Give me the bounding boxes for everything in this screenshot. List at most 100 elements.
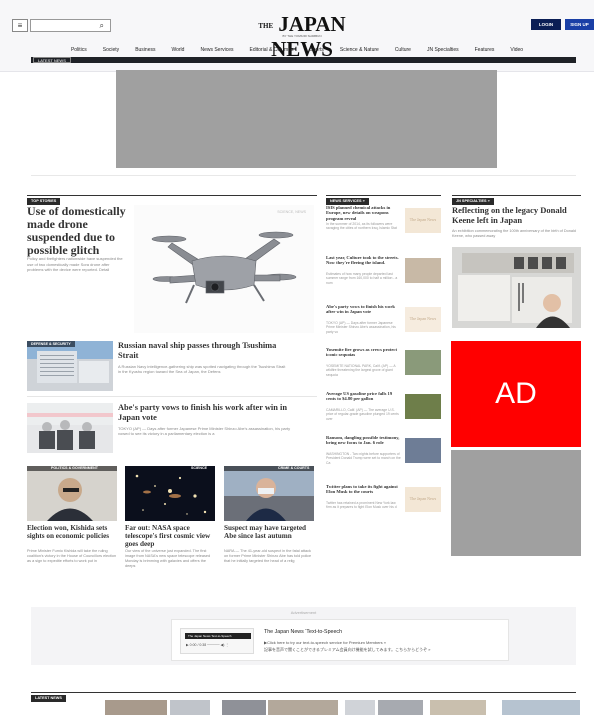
login-button[interactable]: LOGIN xyxy=(531,19,561,30)
sidebar-ad-gray[interactable] xyxy=(451,450,581,556)
tts-promo-card[interactable]: The Japan News Text-to-Speech ▶ 0:00 / 0… xyxy=(171,619,509,661)
card-desc: Prime Minister Fumio Kishida will take t… xyxy=(27,549,117,563)
latest-thumbnail[interactable] xyxy=(345,700,375,715)
news-service-thumbnail[interactable]: The Japan News xyxy=(405,487,441,512)
news-service-title[interactable]: Last year, Culture took to the streets. … xyxy=(326,255,402,266)
news-service-title[interactable]: Abe's party vows to finish his work afte… xyxy=(326,304,402,315)
jn-story-image[interactable] xyxy=(452,247,581,328)
card-title[interactable]: Suspect may have targeted Abe since last… xyxy=(224,524,316,540)
news-service-item[interactable]: Average US gasoline price falls 19 cents… xyxy=(326,391,441,429)
logo-subtitle: BY THE YOMIURI SHIMBUN xyxy=(282,34,322,38)
news-service-desc: In the summer of 2014, as its followers … xyxy=(326,222,397,231)
story-row[interactable]: Abe's party vows to finish his work afte… xyxy=(27,403,317,456)
latest-news-header: LATEST NEWS xyxy=(31,686,576,702)
story-title[interactable]: Abe's party vows to finish his work afte… xyxy=(118,403,298,423)
latest-thumbnail[interactable] xyxy=(502,700,580,715)
main-nav: Politics Society Business World News Service… xyxy=(0,45,594,55)
divider xyxy=(27,396,317,397)
news-service-title[interactable]: Average US gasoline price falls 19 cents… xyxy=(326,391,402,402)
nav-item[interactable]: JN Specialties xyxy=(419,45,467,55)
news-service-title[interactable]: ISIS planned chemical attacks in Europe,… xyxy=(326,205,402,221)
news-service-desc: WASHINGTON - Two nights before supporter… xyxy=(326,452,401,465)
news-service-thumbnail[interactable] xyxy=(405,350,441,375)
news-service-thumbnail[interactable] xyxy=(405,438,441,463)
card-thumbnail[interactable]: CRIME & COURTS xyxy=(224,466,314,521)
news-service-title[interactable]: Ransom, dangling possible testimony, bri… xyxy=(326,435,402,446)
story-thumbnail[interactable]: DEFENSE & SECURITY xyxy=(27,341,113,391)
news-service-thumbnail[interactable]: The Japan News xyxy=(405,208,441,233)
latest-thumbnail[interactable] xyxy=(430,700,486,715)
story-title[interactable]: Russian naval ship passes through Tsushi… xyxy=(118,341,288,361)
promo-link-jp[interactable]: 記事を音声で聞くことができるプレミアム会員向け機能を試してみます。こちらからどう… xyxy=(264,647,430,653)
news-service-desc: YOSEMITE NATIONAL PARK, Calif. (AP) — A … xyxy=(326,364,396,377)
news-services-header: NEWS SERVICES » xyxy=(326,189,441,205)
search-icon[interactable]: ⌕ xyxy=(100,21,104,31)
news-service-desc: Estimates of how many people departed la… xyxy=(326,272,398,285)
card-desc: Our view of the universe just expanded. … xyxy=(125,549,211,568)
news-service-title[interactable]: Yosemite fire grows as crews protect ico… xyxy=(326,347,402,358)
news-service-item[interactable]: Yosemite fire grows as crews protect ico… xyxy=(326,347,441,385)
jn-story-title[interactable]: Reflecting on the legacy Donald Keene le… xyxy=(452,205,582,225)
news-service-thumb-text: The Japan News xyxy=(409,316,437,321)
nav-item[interactable]: Politics xyxy=(63,45,95,55)
card-title[interactable]: Far out: NASA space telescope's first co… xyxy=(125,524,217,548)
news-service-item[interactable]: ISIS planned chemical attacks in Europe,… xyxy=(326,205,441,243)
latest-thumbnail[interactable] xyxy=(378,700,423,715)
nav-item[interactable]: Editorial & Columns xyxy=(242,45,302,55)
promo-title: The Japan News ‘Text-to-Speech xyxy=(264,629,343,635)
advertisement-label: Advertisement xyxy=(290,610,317,615)
sidebar-ad-red[interactable]: AD xyxy=(451,341,581,447)
news-services-tag[interactable]: NEWS SERVICES » xyxy=(326,198,369,205)
signup-button[interactable]: SIGN UP xyxy=(565,19,594,30)
news-service-thumbnail[interactable] xyxy=(405,258,441,283)
jn-story-desc: An exhibition commemorating the 100th an… xyxy=(452,229,576,238)
tts-promo: Advertisement The Japan News Text-to-Spe… xyxy=(31,607,576,665)
news-service-item[interactable]: Twitter plans to take its fight against … xyxy=(326,484,441,522)
drone-image[interactable]: SCIENCE, NEWS xyxy=(134,205,314,333)
card-title[interactable]: Election won, Kishida sets sights on eco… xyxy=(27,524,119,540)
search-input[interactable]: ⌕ xyxy=(30,19,111,32)
news-service-desc: Twitter has retained a prominent New Yor… xyxy=(326,501,397,510)
news-service-item[interactable]: Ransom, dangling possible testimony, bri… xyxy=(326,435,441,473)
latest-thumbnail[interactable] xyxy=(170,700,210,715)
news-service-item[interactable]: Last year, Culture took to the streets. … xyxy=(326,255,441,293)
card-tag: SCIENCE xyxy=(191,466,207,470)
card-thumbnail[interactable]: SCIENCE xyxy=(125,466,215,521)
player-title: The Japan News Text-to-Speech xyxy=(185,633,251,639)
news-service-thumbnail[interactable] xyxy=(405,394,441,419)
card-thumbnail[interactable]: POLITICS & GOVERNMENT xyxy=(27,466,117,521)
nav-item[interactable]: Features xyxy=(467,45,503,55)
nav-item[interactable]: Video xyxy=(502,45,531,55)
nav-item[interactable]: Sports xyxy=(301,45,331,55)
news-service-item[interactable]: Abe's party vows to finish his work afte… xyxy=(326,304,441,342)
audio-player[interactable]: The Japan News Text-to-Speech ▶ 0:00 / 0… xyxy=(180,628,254,654)
nav-item[interactable]: Culture xyxy=(387,45,419,55)
latest-thumbnail[interactable] xyxy=(105,700,167,715)
news-service-thumb-text: The Japan News xyxy=(409,496,437,501)
card-tag: CRIME & COURTS xyxy=(278,466,310,470)
jn-specialties-tag[interactable]: JN SPECIALTIES » xyxy=(452,198,494,205)
news-service-thumbnail[interactable]: The Japan News xyxy=(405,307,441,332)
promo-link-en[interactable]: ▶Click here to try our text-to-speech se… xyxy=(264,640,386,645)
nav-item[interactable]: News Services xyxy=(192,45,241,55)
story-row[interactable]: DEFENSE & SECURITY Russian naval ship pa… xyxy=(27,341,317,394)
banner-ad[interactable] xyxy=(116,70,497,168)
nav-item[interactable]: Business xyxy=(127,45,163,55)
news-service-title[interactable]: Twitter plans to take its fight against … xyxy=(326,484,402,495)
latest-news-tag[interactable]: LATEST NEWS xyxy=(31,695,66,702)
nav-item[interactable]: World xyxy=(163,45,192,55)
player-controls[interactable]: ▶ 0:00 / 0:38 ───── ◀) ⋮ xyxy=(186,643,250,647)
nav-item[interactable]: Society xyxy=(95,45,127,55)
story-thumbnail[interactable] xyxy=(27,403,113,453)
logo-the: THE xyxy=(258,22,274,31)
lead-story-title[interactable]: Use of domestically made drone suspended… xyxy=(27,205,127,257)
nav-item[interactable]: Science & Nature xyxy=(332,45,387,55)
latest-thumbnail[interactable] xyxy=(222,700,266,715)
menu-icon[interactable]: ≡ xyxy=(12,19,28,32)
latest-news-ticker: LATEST NEWS xyxy=(31,57,576,63)
news-service-desc: TOKYO (AP) — Days after former Japanese … xyxy=(326,321,396,334)
divider xyxy=(31,175,576,176)
news-service-thumb-text: The Japan News xyxy=(409,217,437,222)
latest-thumbnail[interactable] xyxy=(268,700,338,715)
ticker-label[interactable]: LATEST NEWS xyxy=(33,57,71,63)
